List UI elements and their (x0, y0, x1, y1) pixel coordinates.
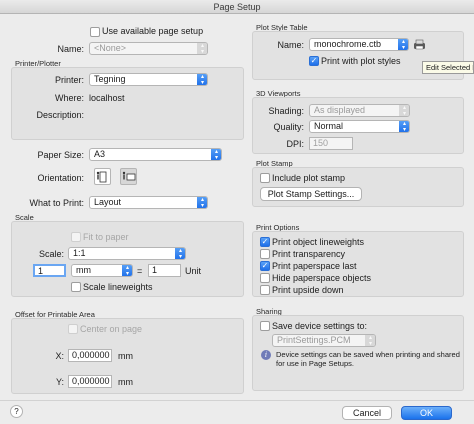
x-unit-label: mm (118, 351, 133, 361)
landscape-icon (122, 171, 136, 181)
scale-value: 1:1 (73, 248, 86, 258)
settings-file-select[interactable]: PrintSettings.PCM ▴ ▾ (272, 334, 376, 347)
print-option-label: Hide paperspace objects (272, 273, 372, 283)
print-option-label: Print transparency (272, 249, 346, 259)
window-title: Page Setup (0, 0, 474, 14)
sharing-info-text: Device settings can be saved when printi… (276, 350, 460, 368)
print-upside-down-checkbox[interactable] (260, 285, 270, 295)
print-with-plot-styles-checkbox[interactable]: ✓ (309, 56, 319, 66)
info-icon: i (261, 350, 271, 360)
updown-arrows-icon: ▴ ▾ (197, 43, 207, 54)
include-plot-stamp-checkbox[interactable] (260, 173, 270, 183)
settings-file-value: PrintSettings.PCM (277, 335, 351, 345)
updown-arrows-icon: ▴ ▾ (211, 149, 221, 160)
print-object-lineweights-checkbox[interactable]: ✓ (260, 237, 270, 247)
where-value: localhost (89, 93, 125, 103)
edit-pen-icon (414, 39, 425, 50)
updown-arrows-icon: ▴ ▾ (399, 105, 409, 116)
updown-arrows-icon: ▴ ▾ (175, 248, 185, 259)
shading-label: Shading: (268, 106, 304, 116)
cancel-button[interactable]: Cancel (342, 406, 392, 420)
updown-arrows-icon: ▴ ▾ (398, 39, 408, 50)
what-to-print-label: What to Print: (29, 198, 84, 208)
scale-denominator-field[interactable]: 1 (148, 264, 181, 277)
scale-units-select[interactable]: mm ▴ ▾ (71, 264, 133, 277)
name-label: Name: (57, 44, 84, 54)
print-paperspace-last-checkbox[interactable]: ✓ (260, 261, 270, 271)
where-label: Where: (54, 93, 84, 103)
use-available-label: Use available page setup (102, 26, 204, 36)
quality-select[interactable]: Normal ▴ ▾ (309, 120, 410, 133)
description-label: Description: (36, 110, 84, 120)
shading-select[interactable]: As displayed ▴ ▾ (309, 104, 410, 117)
updown-arrows-icon: ▴ ▾ (399, 121, 409, 132)
sharing-info-line1: Device settings can be saved when printi… (276, 350, 460, 359)
updown-arrows-icon: ▴ ▾ (197, 74, 207, 85)
y-label: Y: (55, 377, 64, 387)
unit-label: Unit (185, 266, 202, 276)
scale-label: Scale: (38, 249, 64, 259)
plot-stamp-settings-button[interactable]: Plot Stamp Settings... (260, 187, 362, 201)
edit-plot-style-button[interactable] (413, 38, 426, 51)
hide-paperspace-objects-checkbox[interactable] (260, 273, 270, 283)
portrait-icon (96, 171, 107, 183)
x-label: X: (55, 351, 64, 361)
print-option-label: Print upside down (272, 285, 344, 295)
sharing-info-line2: for use in Page Setups. (276, 359, 354, 368)
scale-lineweights-checkbox[interactable] (71, 282, 81, 292)
save-device-settings-label: Save device settings to: (272, 321, 368, 331)
equals-sign: = (137, 266, 143, 276)
print-option-label: Print paperspace last (272, 261, 357, 271)
fit-to-paper-label: Fit to paper (83, 232, 129, 242)
x-offset-field[interactable]: 0,000000 (68, 349, 112, 362)
what-to-print-select[interactable]: Layout ▴ ▾ (89, 196, 208, 209)
paper-size-select[interactable]: A3 ▴ ▾ (89, 148, 222, 161)
updown-arrows-icon: ▴ ▾ (122, 265, 132, 276)
quality-value: Normal (314, 121, 344, 131)
y-unit-label: mm (118, 377, 133, 387)
fit-to-paper-checkbox[interactable] (71, 232, 81, 242)
name-value: <None> (94, 43, 127, 53)
scale-units-value: mm (76, 265, 91, 275)
scale-select[interactable]: 1:1 ▴ ▾ (68, 247, 186, 260)
landscape-button[interactable] (120, 168, 137, 185)
help-button[interactable]: ? (10, 405, 23, 418)
scale-lineweights-label: Scale lineweights (83, 282, 153, 292)
portrait-button[interactable] (94, 168, 111, 185)
printer-value: Tegning (94, 74, 126, 84)
save-device-settings-checkbox[interactable] (260, 321, 270, 331)
paper-size-label: Paper Size: (37, 150, 84, 160)
updown-arrows-icon: ▴ ▾ (365, 335, 375, 346)
quality-label: Quality: (273, 122, 304, 132)
print-transparency-checkbox[interactable] (260, 249, 270, 259)
printer-select[interactable]: Tegning ▴ ▾ (89, 73, 208, 86)
dpi-field[interactable]: 150 (309, 137, 353, 150)
ok-button[interactable]: OK (401, 406, 452, 420)
edit-tooltip: Edit Selected F (422, 61, 474, 74)
print-option-label: Print object lineweights (272, 237, 365, 247)
orientation-label: Orientation: (37, 173, 84, 183)
y-offset-field[interactable]: 0,000000 (68, 375, 112, 388)
updown-arrows-icon: ▴ ▾ (197, 197, 207, 208)
plot-style-name-label: Name: (277, 40, 304, 50)
center-on-page-checkbox[interactable] (68, 324, 78, 334)
what-to-print-value: Layout (94, 197, 122, 207)
dpi-label: DPI: (286, 139, 304, 149)
footer-divider (0, 400, 474, 401)
print-with-plot-styles-label: Print with plot styles (321, 56, 401, 66)
include-plot-stamp-label: Include plot stamp (272, 173, 346, 183)
printer-label: Printer: (54, 75, 84, 85)
center-on-page-label: Center on page (80, 324, 143, 334)
name-select[interactable]: <None> ▴ ▾ (89, 42, 208, 55)
plot-style-value: monochrome.ctb (314, 39, 382, 49)
plot-style-select[interactable]: monochrome.ctb ▴ ▾ (309, 38, 409, 51)
use-available-checkbox[interactable] (90, 27, 100, 37)
scale-numerator-field[interactable]: 1 (33, 264, 66, 277)
shading-value: As displayed (314, 105, 366, 115)
paper-size-value: A3 (94, 149, 106, 159)
